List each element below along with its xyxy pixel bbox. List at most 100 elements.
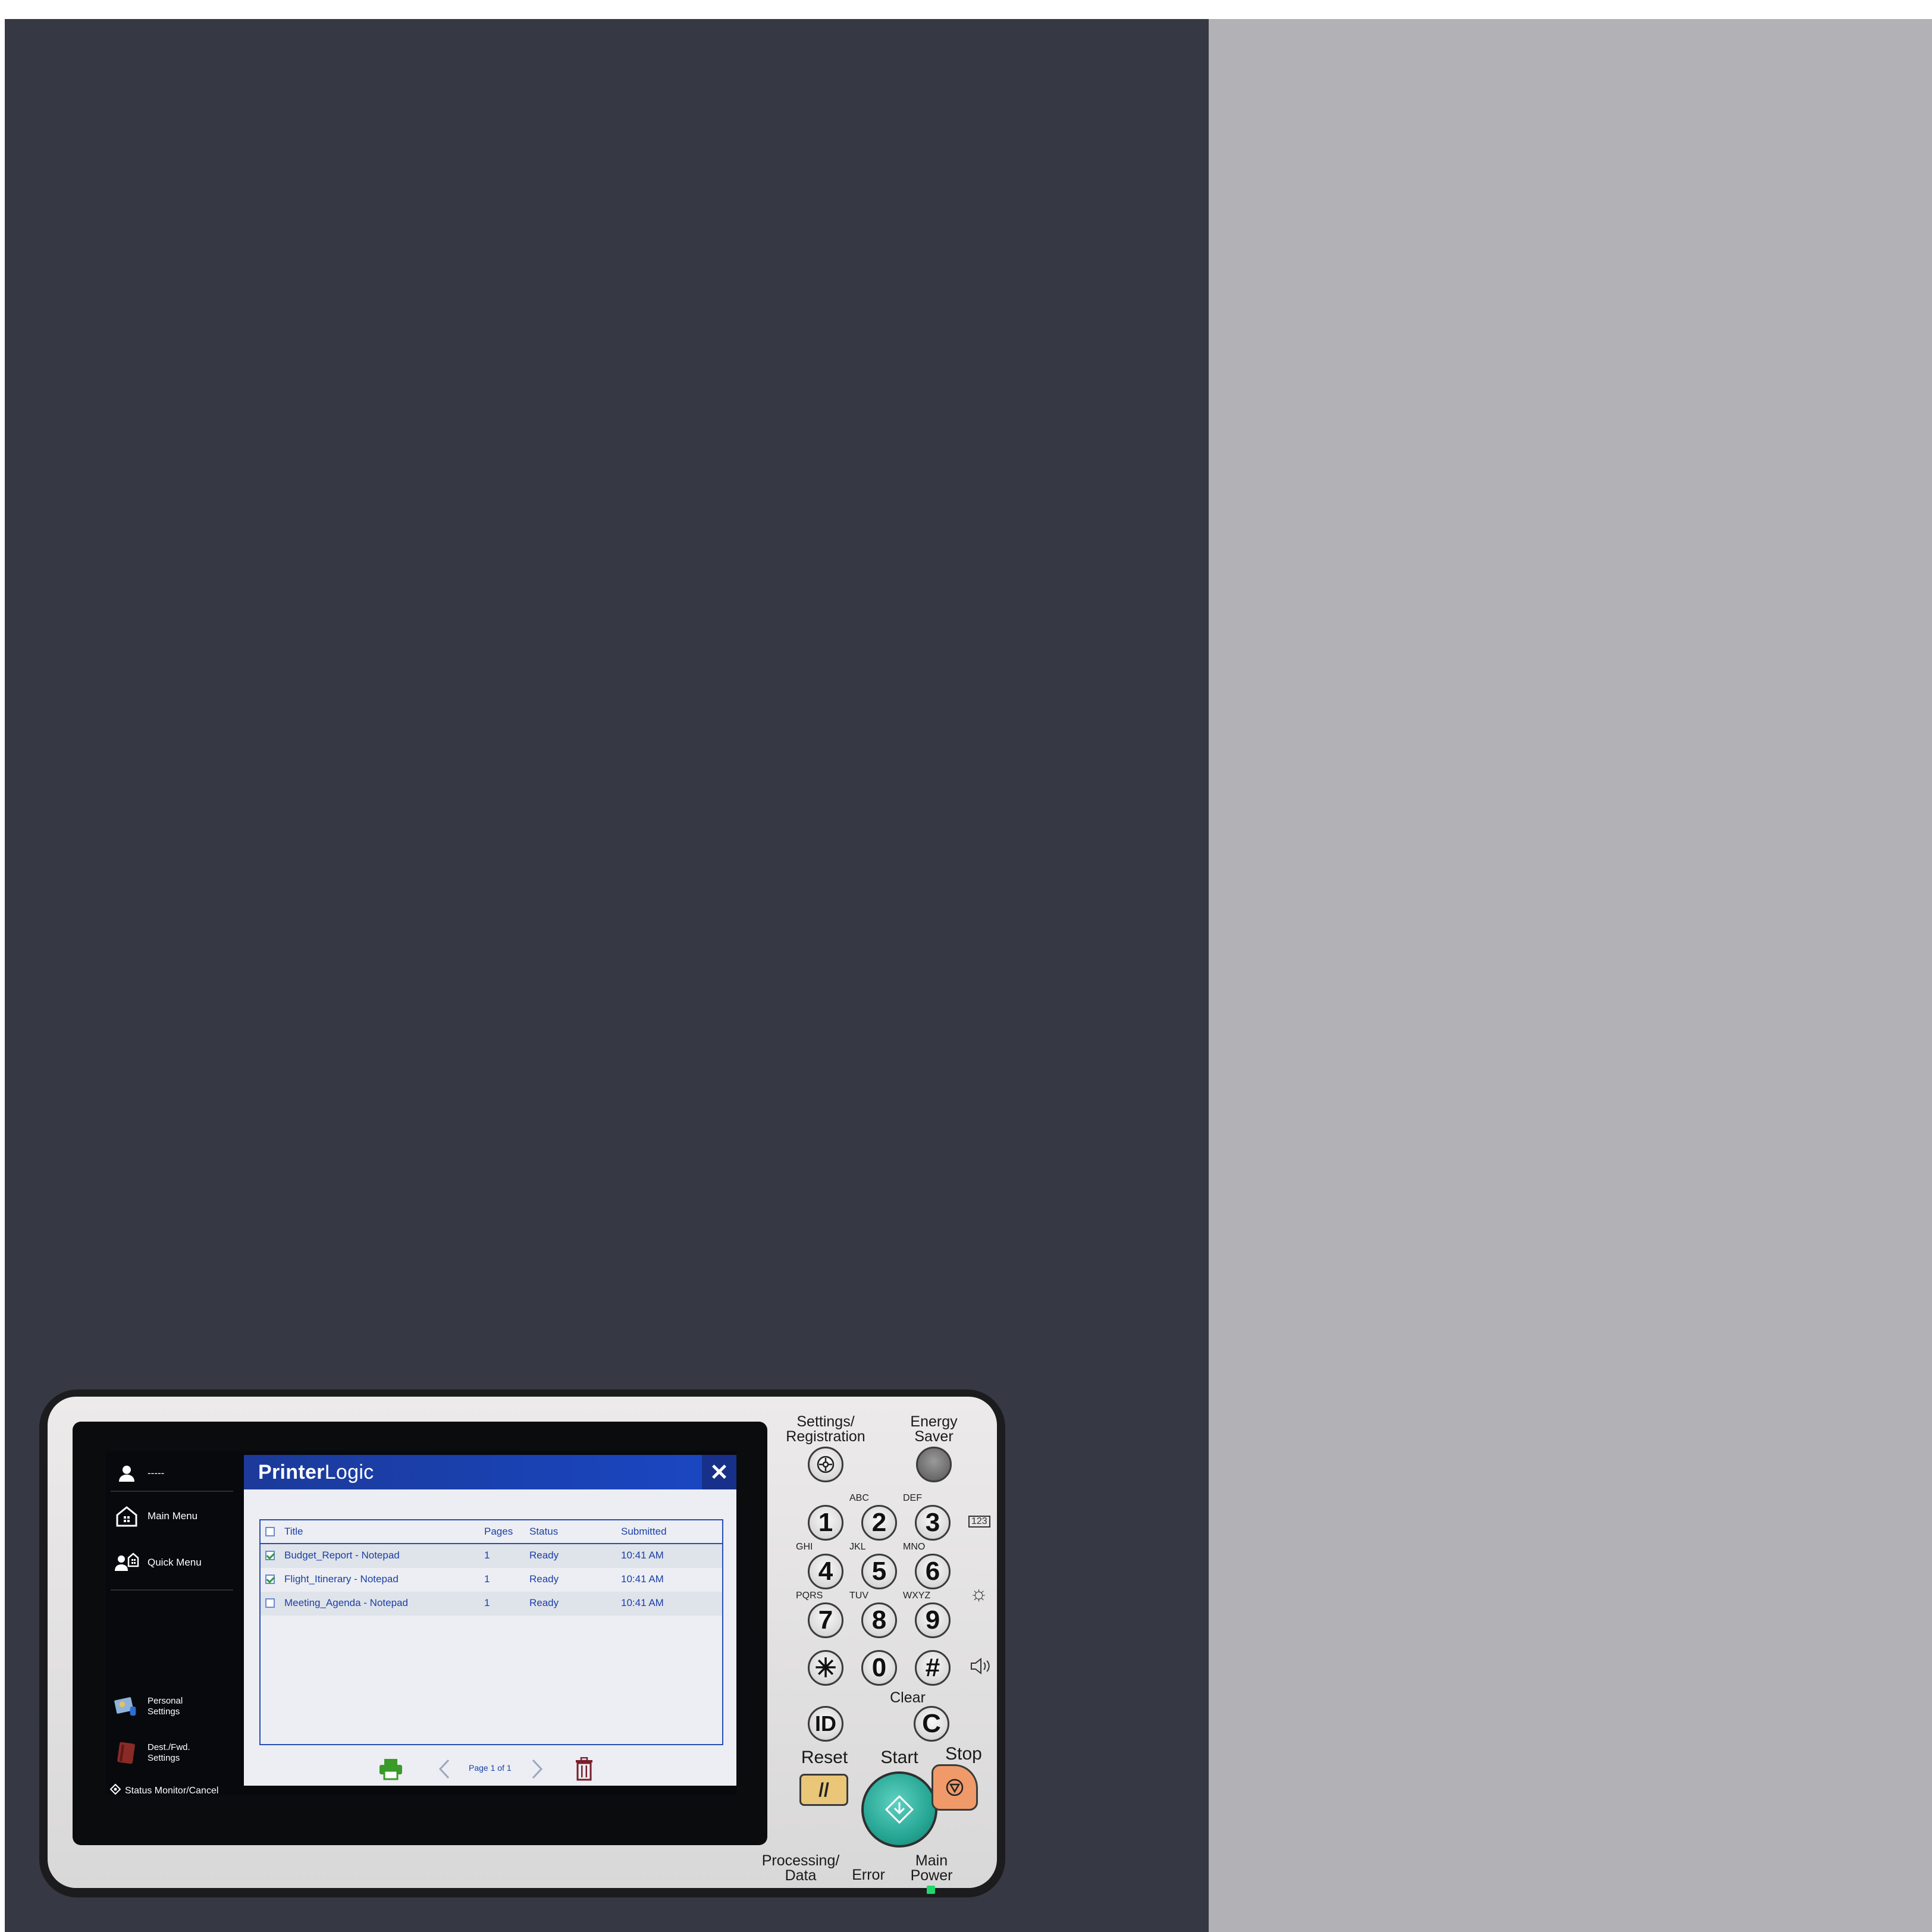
job-checkbox[interactable] bbox=[265, 1575, 275, 1584]
energy-saver-label: Energy Saver bbox=[893, 1414, 974, 1444]
key-digit: 6 bbox=[925, 1557, 940, 1586]
previous-page-icon[interactable] bbox=[438, 1757, 451, 1781]
keypad-key[interactable]: 6 bbox=[915, 1554, 951, 1589]
reset-label: Reset bbox=[801, 1748, 848, 1767]
job-status: Ready bbox=[529, 1573, 559, 1585]
quick-menu-icon bbox=[114, 1550, 139, 1575]
job-submitted: 10:41 AM bbox=[621, 1550, 664, 1561]
volume-icon[interactable] bbox=[970, 1657, 993, 1679]
column-status[interactable]: Status bbox=[529, 1520, 558, 1543]
table-row[interactable]: Flight_Itinerary - Notepad 1 Ready 10:41 AM bbox=[261, 1568, 722, 1592]
main-power-line2: Power bbox=[910, 1867, 953, 1884]
keypad-key[interactable]: 3 bbox=[915, 1505, 951, 1541]
brand-bold: Printer bbox=[258, 1461, 325, 1484]
clear-button[interactable]: C bbox=[914, 1706, 949, 1742]
trash-icon[interactable] bbox=[575, 1757, 594, 1781]
top-strip bbox=[0, 0, 1932, 19]
user-name: ----- bbox=[148, 1467, 165, 1479]
job-pages: 1 bbox=[484, 1550, 490, 1561]
dest-settings-button[interactable]: Dest./Fwd. Settings bbox=[114, 1740, 190, 1765]
status-monitor-icon bbox=[109, 1783, 121, 1795]
key-letters: DEF bbox=[903, 1493, 922, 1503]
stop-icon bbox=[946, 1779, 964, 1796]
energy-saver-button[interactable] bbox=[916, 1447, 952, 1482]
dest-settings-line2: Settings bbox=[148, 1753, 180, 1763]
job-title: Meeting_Agenda - Notepad bbox=[284, 1597, 408, 1608]
clear-label: Clear bbox=[890, 1689, 926, 1706]
keypad-key[interactable]: 4 bbox=[808, 1554, 843, 1589]
settings-label-line2: Registration bbox=[786, 1428, 865, 1445]
key-digit: 0 bbox=[871, 1653, 887, 1682]
keypad-key[interactable]: # bbox=[915, 1650, 951, 1686]
main-power-label: Main Power bbox=[902, 1853, 961, 1883]
key-digit: 9 bbox=[925, 1605, 940, 1635]
main-power-indicator bbox=[927, 1886, 935, 1894]
main-menu-button[interactable]: Main Menu bbox=[114, 1504, 197, 1529]
page-indicator: Page 1 of 1 bbox=[469, 1763, 512, 1773]
dialog-toolbar: Page 1 of 1 bbox=[244, 1752, 736, 1786]
start-icon bbox=[885, 1795, 914, 1824]
print-icon[interactable] bbox=[378, 1757, 403, 1781]
settings-registration-button[interactable] bbox=[808, 1447, 843, 1482]
start-label: Start bbox=[880, 1748, 918, 1767]
counter-icon[interactable]: 123 bbox=[968, 1516, 990, 1528]
stop-button[interactable] bbox=[932, 1764, 978, 1811]
stop-label: Stop bbox=[945, 1744, 982, 1764]
close-icon: ✕ bbox=[710, 1460, 729, 1485]
key-digit: 3 bbox=[925, 1508, 940, 1537]
quick-menu-label: Quick Menu bbox=[148, 1557, 202, 1568]
key-digit: 7 bbox=[818, 1605, 833, 1635]
next-page-icon[interactable] bbox=[531, 1757, 544, 1781]
energy-label-line1: Energy bbox=[910, 1413, 958, 1430]
personal-settings-button[interactable]: Personal Settings bbox=[114, 1694, 183, 1719]
job-checkbox[interactable] bbox=[265, 1551, 275, 1560]
keypad-key[interactable]: 7 bbox=[808, 1602, 843, 1638]
user-info[interactable]: ----- bbox=[114, 1461, 164, 1486]
key-digit: 5 bbox=[871, 1557, 887, 1586]
keypad-key[interactable]: ✳ bbox=[808, 1650, 843, 1686]
table-row[interactable]: Budget_Report - Notepad 1 Ready 10:41 AM bbox=[261, 1544, 722, 1568]
job-status: Ready bbox=[529, 1597, 559, 1608]
personal-settings-line1: Personal bbox=[148, 1696, 183, 1706]
key-digit: 1 bbox=[818, 1508, 833, 1537]
personal-settings-label: Personal Settings bbox=[148, 1696, 183, 1717]
keypad-key[interactable]: 0 bbox=[861, 1650, 897, 1686]
key-digit: 8 bbox=[871, 1605, 887, 1635]
column-title[interactable]: Title bbox=[284, 1520, 303, 1543]
keypad-key[interactable]: 2 bbox=[861, 1505, 897, 1541]
key-digit: # bbox=[925, 1653, 940, 1682]
column-pages[interactable]: Pages bbox=[484, 1520, 513, 1543]
table-row[interactable]: Meeting_Agenda - Notepad 1 Ready 10:41 AM bbox=[261, 1592, 722, 1616]
keypad-key[interactable]: 8 bbox=[861, 1602, 897, 1638]
column-submitted[interactable]: Submitted bbox=[621, 1520, 667, 1543]
start-button[interactable] bbox=[861, 1771, 937, 1848]
personal-settings-line2: Settings bbox=[148, 1707, 180, 1717]
error-label: Error bbox=[852, 1867, 885, 1883]
id-key-label: ID bbox=[815, 1711, 836, 1736]
key-digit: 4 bbox=[818, 1557, 833, 1586]
keypad-key[interactable]: 9 bbox=[915, 1602, 951, 1638]
brightness-icon[interactable]: ☼ bbox=[970, 1582, 988, 1605]
background-light bbox=[1209, 19, 1932, 1932]
close-button[interactable]: ✕ bbox=[702, 1455, 736, 1489]
processing-line1: Processing/ bbox=[761, 1852, 840, 1869]
key-letters: JKL bbox=[849, 1542, 866, 1552]
keypad-key[interactable]: 5 bbox=[861, 1554, 897, 1589]
reset-button[interactable]: // bbox=[799, 1774, 848, 1806]
id-button[interactable]: ID bbox=[808, 1706, 843, 1742]
settings-registration-label: Settings/ Registration bbox=[773, 1414, 878, 1444]
key-letters: GHI bbox=[796, 1542, 813, 1552]
gear-icon bbox=[817, 1456, 835, 1473]
key-letters: ABC bbox=[849, 1493, 869, 1503]
user-icon bbox=[114, 1461, 139, 1486]
status-monitor-button[interactable]: Status Monitor/Cancel bbox=[109, 1783, 218, 1795]
printerlogic-dialog: PrinterLogic ✕ Title Pages Status Submit… bbox=[244, 1455, 736, 1786]
home-icon bbox=[114, 1504, 139, 1529]
job-status: Ready bbox=[529, 1550, 559, 1561]
quick-menu-button[interactable]: Quick Menu bbox=[114, 1550, 202, 1575]
job-title: Budget_Report - Notepad bbox=[284, 1550, 400, 1561]
job-checkbox[interactable] bbox=[265, 1598, 275, 1608]
keypad-key[interactable]: 1 bbox=[808, 1505, 843, 1541]
divider bbox=[111, 1589, 233, 1591]
select-all-checkbox[interactable] bbox=[265, 1527, 275, 1536]
